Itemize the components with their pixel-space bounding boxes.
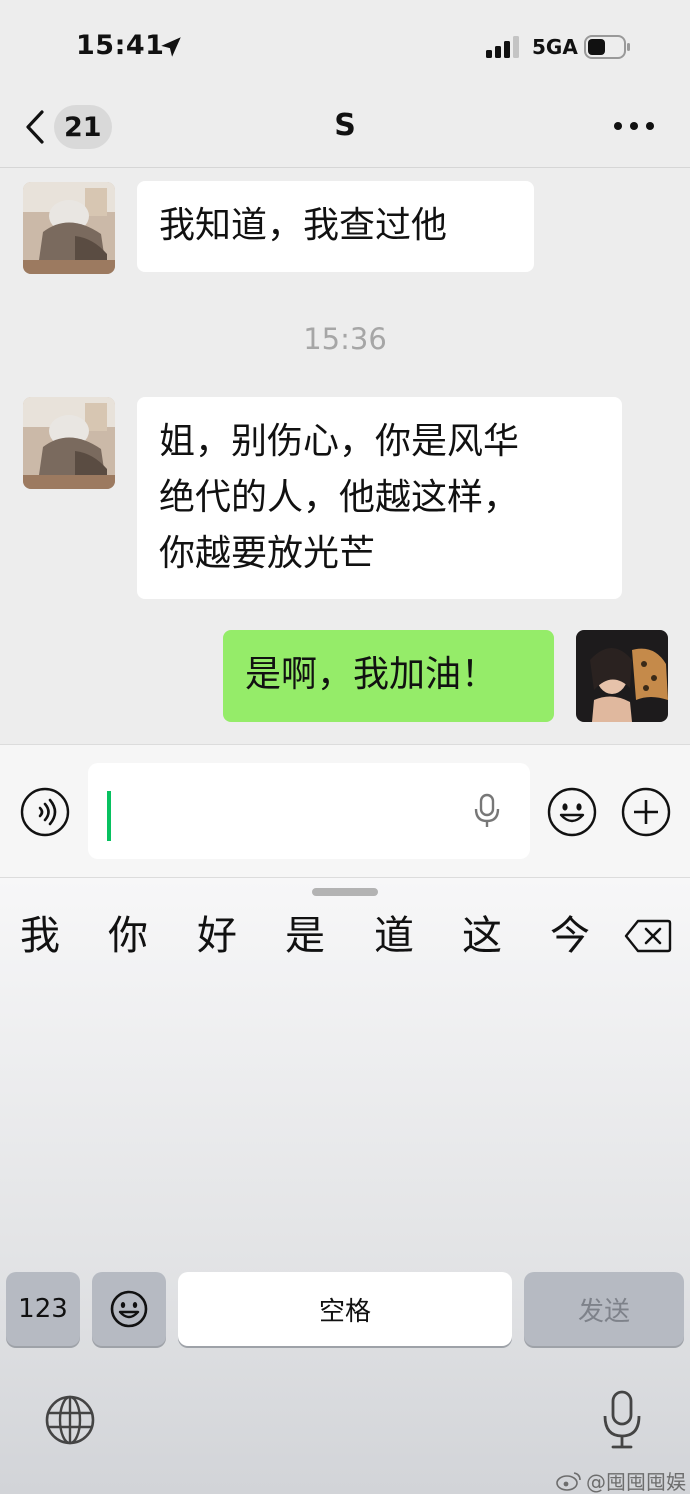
candidate-bar: 我 你 好 是 道 这 今天 — [0, 908, 608, 968]
message-text-line: 姐，别伤心，你是风华 — [159, 421, 520, 462]
message-text-line: 你越要放光芒 — [159, 533, 376, 574]
emoji-icon[interactable] — [547, 787, 597, 837]
space-key[interactable]: 空格 — [178, 1272, 512, 1346]
candidate-word[interactable]: 好 — [197, 908, 237, 964]
candidate-word[interactable]: 今天 — [550, 908, 608, 968]
more-dots-icon[interactable] — [612, 112, 656, 140]
candidate-word[interactable]: 这 — [462, 908, 502, 964]
plus-icon[interactable] — [621, 787, 671, 837]
network-type: 5GA — [532, 35, 578, 59]
keyboard: 我 你 好 是 道 这 今天 123 空格 发送 — [0, 878, 690, 1494]
candidate-word[interactable]: 你 — [108, 908, 148, 964]
chat-title: S — [334, 108, 356, 143]
emoji-keyboard-key[interactable] — [92, 1272, 166, 1346]
message-input[interactable] — [88, 763, 530, 859]
status-bar: 15:41 5GA — [0, 0, 690, 92]
message-text: 我知道，我查过他 — [159, 205, 448, 246]
time-separator: 15:36 — [303, 322, 387, 356]
delete-icon[interactable] — [624, 918, 672, 954]
chat-input-bar — [0, 744, 690, 878]
key-label: 123 — [18, 1294, 68, 1324]
contact-avatar[interactable] — [23, 397, 115, 489]
candidate-word[interactable]: 是 — [285, 908, 325, 964]
weibo-logo-icon — [556, 1471, 581, 1491]
battery-icon — [584, 35, 630, 59]
watermark-text: @囤囤囤娱 — [586, 1470, 686, 1494]
message-list[interactable]: 我知道，我查过他 15:36 姐，别伤心，你是风华 绝代的人，他越这样， 你越要… — [0, 168, 690, 744]
signal-bars-icon — [486, 36, 519, 58]
candidate-word[interactable]: 我 — [20, 908, 60, 964]
numeric-keyboard-key[interactable]: 123 — [6, 1272, 80, 1346]
message-bubble-outgoing[interactable]: 是啊，我加油！ — [223, 630, 554, 722]
message-text-line: 绝代的人，他越这样， — [159, 477, 520, 518]
dictation-mic-icon[interactable] — [602, 1390, 642, 1450]
key-label: 空格 — [318, 1296, 371, 1327]
watermark: @囤囤囤娱 — [556, 1466, 686, 1494]
key-label: 发送 — [577, 1296, 630, 1327]
message-text: 是啊，我加油！ — [245, 654, 498, 695]
my-avatar[interactable] — [576, 630, 668, 722]
message-bubble-incoming[interactable]: 姐，别伤心，你是风华 绝代的人，他越这样， 你越要放光芒 — [137, 397, 622, 599]
send-key[interactable]: 发送 — [524, 1272, 684, 1346]
status-time: 15:41 — [76, 30, 165, 61]
location-arrow-icon — [161, 37, 181, 57]
keyboard-drag-handle[interactable] — [312, 888, 378, 896]
voice-icon[interactable] — [20, 787, 70, 837]
message-bubble-incoming[interactable]: 我知道，我查过他 — [137, 181, 534, 272]
contact-avatar[interactable] — [23, 182, 115, 274]
candidate-word[interactable]: 道 — [374, 908, 414, 964]
text-caret — [107, 791, 111, 841]
globe-icon[interactable] — [44, 1394, 96, 1446]
chat-nav-bar: 21 S — [0, 92, 690, 168]
mic-icon[interactable] — [472, 793, 502, 829]
emoji-key-icon — [110, 1290, 148, 1328]
